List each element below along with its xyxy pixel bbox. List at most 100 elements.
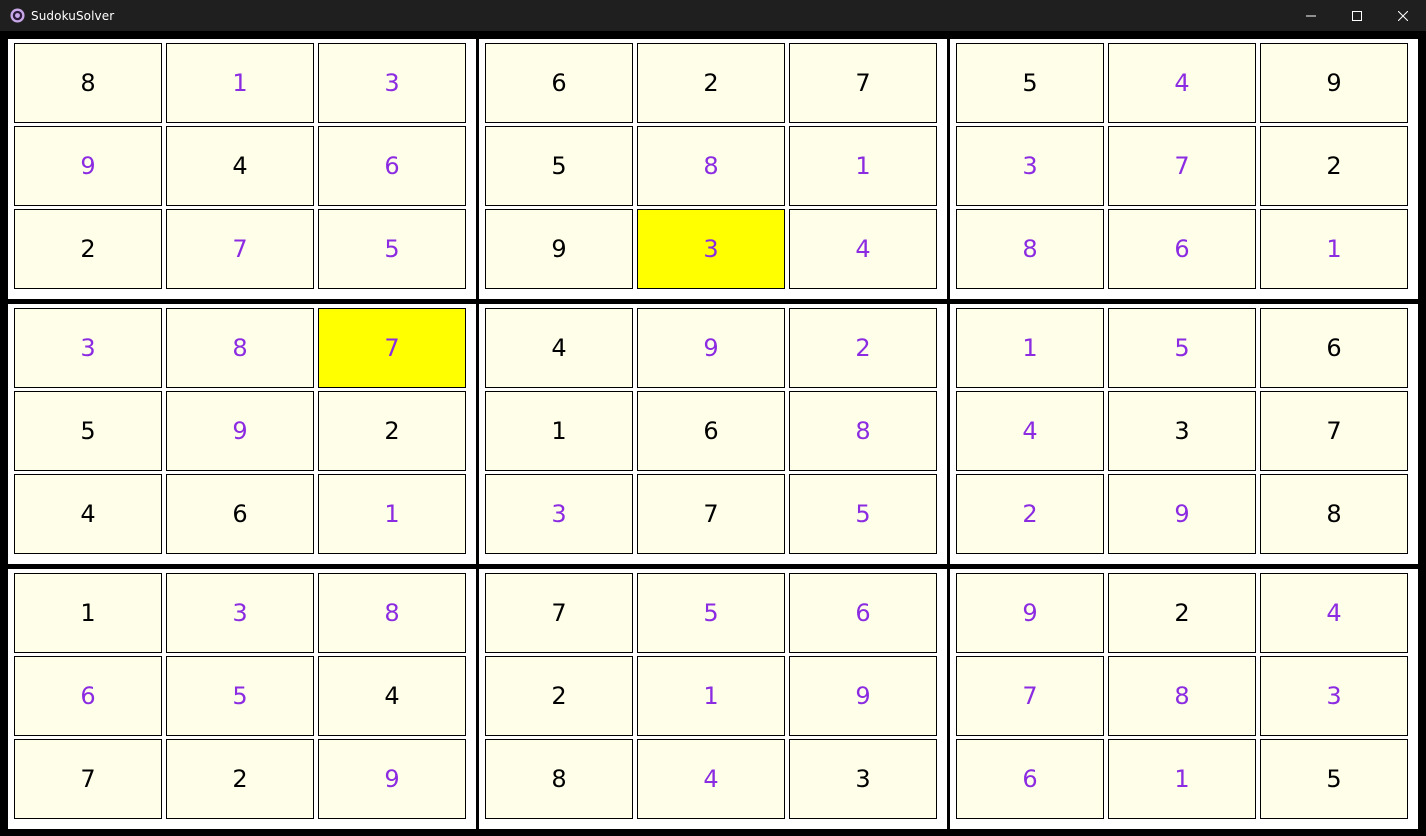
sudoku-cell[interactable]: 6 [1260,308,1408,388]
sudoku-cell[interactable]: 5 [1260,739,1408,819]
sudoku-cell[interactable]: 9 [789,656,937,736]
sudoku-cell[interactable]: 7 [485,573,633,653]
sudoku-cell[interactable]: 8 [166,308,314,388]
sudoku-cell[interactable]: 8 [637,126,785,206]
sudoku-cell[interactable]: 1 [789,126,937,206]
sudoku-cell[interactable]: 8 [1260,474,1408,554]
sudoku-cell[interactable]: 7 [637,474,785,554]
close-button[interactable] [1380,0,1426,31]
sudoku-cell[interactable]: 7 [166,209,314,289]
sudoku-cell[interactable]: 3 [318,43,466,123]
sudoku-cell[interactable]: 9 [318,739,466,819]
sudoku-cell[interactable]: 9 [637,308,785,388]
sudoku-cell[interactable]: 9 [1260,43,1408,123]
sudoku-cell[interactable]: 5 [956,43,1104,123]
sudoku-cell[interactable]: 2 [789,308,937,388]
sudoku-cell[interactable]: 1 [1260,209,1408,289]
sudoku-cell[interactable]: 4 [637,739,785,819]
sudoku-cell[interactable]: 9 [1108,474,1256,554]
sudoku-cell[interactable]: 3 [485,474,633,554]
sudoku-cell[interactable]: 1 [318,474,466,554]
sudoku-grid: 8139462756275819345493728613875924614921… [8,39,1418,829]
app-logo-icon [9,8,25,24]
sudoku-cell[interactable]: 1 [166,43,314,123]
sudoku-cell[interactable]: 6 [637,391,785,471]
sudoku-cell[interactable]: 2 [637,43,785,123]
maximize-icon [1352,6,1362,25]
sudoku-cell[interactable]: 4 [789,209,937,289]
sudoku-cell[interactable]: 2 [1108,573,1256,653]
sudoku-cell[interactable]: 2 [1260,126,1408,206]
sudoku-cell[interactable]: 6 [166,474,314,554]
minimize-button[interactable] [1288,0,1334,31]
sudoku-cell[interactable]: 6 [956,739,1104,819]
window-title: SudokuSolver [31,8,115,23]
sudoku-cell[interactable]: 2 [485,656,633,736]
sudoku-cell[interactable]: 5 [485,126,633,206]
sudoku-cell[interactable]: 7 [1108,126,1256,206]
sudoku-cell[interactable]: 8 [318,573,466,653]
sudoku-cell[interactable]: 4 [956,391,1104,471]
sudoku-cell[interactable]: 7 [1260,391,1408,471]
maximize-button[interactable] [1334,0,1380,31]
sudoku-cell[interactable]: 1 [1108,739,1256,819]
sudoku-cell[interactable]: 5 [166,656,314,736]
sudoku-cell[interactable]: 9 [14,126,162,206]
sudoku-cell[interactable]: 8 [789,391,937,471]
sudoku-cell[interactable]: 9 [485,209,633,289]
sudoku-cell[interactable]: 5 [637,573,785,653]
sudoku-cell[interactable]: 2 [14,209,162,289]
sudoku-cell[interactable]: 4 [166,126,314,206]
sudoku-cell[interactable]: 1 [637,656,785,736]
sudoku-cell[interactable]: 6 [318,126,466,206]
sudoku-cell[interactable]: 2 [318,391,466,471]
title-bar: SudokuSolver [0,0,1426,31]
sudoku-cell[interactable]: 6 [14,656,162,736]
window-controls [1288,0,1426,31]
sudoku-cell[interactable]: 5 [14,391,162,471]
sudoku-cell[interactable]: 1 [485,391,633,471]
sudoku-cell[interactable]: 5 [789,474,937,554]
sudoku-cell[interactable]: 7 [318,308,466,388]
sudoku-box: 138 654 729 [8,569,476,829]
sudoku-cell[interactable]: 3 [956,126,1104,206]
sudoku-box: 387 592 461 [8,304,476,564]
sudoku-cell[interactable]: 8 [485,739,633,819]
sudoku-cell[interactable]: 1 [956,308,1104,388]
sudoku-cell[interactable]: 4 [1108,43,1256,123]
sudoku-cell[interactable]: 6 [485,43,633,123]
sudoku-box: 549 372 861 [950,39,1418,299]
sudoku-cell[interactable]: 4 [14,474,162,554]
sudoku-cell[interactable]: 2 [956,474,1104,554]
sudoku-cell[interactable]: 7 [789,43,937,123]
sudoku-board: 8139462756275819345493728613875924614921… [0,31,1426,836]
sudoku-box: 813 946 275 [8,39,476,299]
sudoku-cell[interactable]: 9 [166,391,314,471]
sudoku-cell[interactable]: 3 [637,209,785,289]
sudoku-cell[interactable]: 4 [318,656,466,736]
sudoku-cell[interactable]: 7 [956,656,1104,736]
sudoku-cell[interactable]: 6 [1108,209,1256,289]
sudoku-box: 924 783 615 [950,569,1418,829]
sudoku-cell[interactable]: 7 [14,739,162,819]
sudoku-box: 156 437 298 [950,304,1418,564]
sudoku-cell[interactable]: 3 [789,739,937,819]
sudoku-cell[interactable]: 8 [1108,656,1256,736]
sudoku-cell[interactable]: 9 [956,573,1104,653]
sudoku-cell[interactable]: 1 [14,573,162,653]
sudoku-cell[interactable]: 3 [1260,656,1408,736]
sudoku-cell[interactable]: 8 [956,209,1104,289]
sudoku-cell[interactable]: 4 [1260,573,1408,653]
sudoku-cell[interactable]: 4 [485,308,633,388]
sudoku-cell[interactable]: 8 [14,43,162,123]
sudoku-cell[interactable]: 5 [318,209,466,289]
sudoku-cell[interactable]: 5 [1108,308,1256,388]
sudoku-cell[interactable]: 3 [1108,391,1256,471]
close-icon [1397,6,1409,25]
sudoku-cell[interactable]: 3 [14,308,162,388]
sudoku-cell[interactable]: 2 [166,739,314,819]
sudoku-box: 756 219 843 [479,569,947,829]
sudoku-box: 492 168 375 [479,304,947,564]
sudoku-cell[interactable]: 3 [166,573,314,653]
sudoku-cell[interactable]: 6 [789,573,937,653]
